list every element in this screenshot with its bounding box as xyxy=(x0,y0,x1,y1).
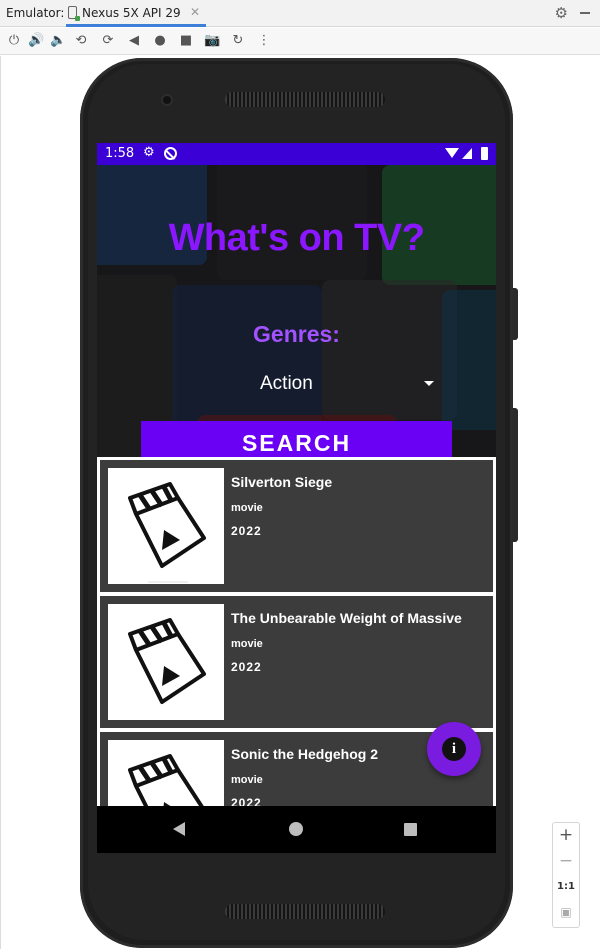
search-button[interactable]: SEARCH xyxy=(141,421,452,457)
status-bar: 1:58 ⚙ xyxy=(97,143,496,165)
snapshot-icon[interactable]: ↻ xyxy=(230,33,246,49)
chevron-down-icon xyxy=(424,381,434,386)
device-tab[interactable]: Nexus 5X API 29 ✕ xyxy=(66,0,206,27)
volume-down-icon[interactable]: 🔈 xyxy=(50,33,66,49)
nav-home-icon[interactable] xyxy=(289,822,303,836)
result-card[interactable]: Silverton Siege movie 2022 xyxy=(100,460,493,592)
status-time: 1:58 xyxy=(105,146,135,161)
battery-icon xyxy=(481,147,488,160)
emulator-tabbar: Emulator: Nexus 5X API 29 ✕ ⚙ xyxy=(0,0,600,27)
back-icon[interactable]: ◀ xyxy=(126,33,142,49)
volume-up-icon[interactable]: 🔊 xyxy=(28,33,44,49)
rotate-left-icon[interactable]: ⟲ xyxy=(73,33,89,49)
signal-icon xyxy=(462,148,472,159)
front-camera xyxy=(161,94,173,106)
zoom-out-button[interactable]: − xyxy=(553,851,579,871)
genre-dropdown[interactable]: Action xyxy=(247,367,442,401)
info-fab-button[interactable]: i xyxy=(427,722,481,776)
nav-back-icon[interactable] xyxy=(173,822,185,836)
result-card[interactable]: The Unbearable Weight of Massive movie 2… xyxy=(100,596,493,728)
overview-icon[interactable]: ■ xyxy=(178,33,194,49)
minimize-icon[interactable] xyxy=(580,12,590,14)
settings-notification-icon: ⚙ xyxy=(143,145,155,160)
gear-icon[interactable]: ⚙ xyxy=(555,4,568,22)
hero-section: What's on TV? Genres: Action SEARCH xyxy=(97,165,496,457)
zoom-actual-size-button[interactable]: 1:1 xyxy=(553,881,579,892)
nav-recents-icon[interactable] xyxy=(404,823,417,836)
genre-selected-value: Action xyxy=(260,373,313,394)
hero-overlay xyxy=(97,165,496,457)
phone-screen: 1:58 ⚙ What's on TV? Genres: Action SEAR… xyxy=(97,143,496,853)
screenshot-icon[interactable]: 📷 xyxy=(204,33,220,49)
power-icon[interactable]: ⏻ xyxy=(6,33,22,49)
zoom-fit-icon[interactable]: ▣ xyxy=(553,905,579,919)
zoom-in-button[interactable]: + xyxy=(553,825,579,845)
volume-side-button[interactable] xyxy=(513,408,518,542)
result-title: Sonic the Hedgehog 2 xyxy=(231,746,379,762)
clapperboard-icon xyxy=(108,740,224,806)
power-side-button[interactable] xyxy=(513,288,518,340)
wifi-icon xyxy=(445,148,459,158)
more-icon[interactable]: ⋮ xyxy=(256,33,272,49)
top-speaker xyxy=(225,92,385,107)
android-nav-bar xyxy=(97,806,496,853)
device-icon xyxy=(68,6,80,21)
result-type: movie xyxy=(231,638,263,650)
result-year: 2022 xyxy=(231,524,262,538)
result-title: Silverton Siege xyxy=(231,474,333,490)
clapperboard-icon xyxy=(108,468,224,584)
emulator-label: Emulator: xyxy=(6,6,65,20)
home-icon[interactable]: ● xyxy=(152,33,168,49)
do-not-disturb-icon xyxy=(164,147,177,160)
rotate-right-icon[interactable]: ⟳ xyxy=(100,33,116,49)
result-type: movie xyxy=(231,502,263,514)
genres-label: Genres: xyxy=(253,321,340,347)
clapperboard-icon xyxy=(108,604,224,720)
close-icon[interactable]: ✕ xyxy=(190,5,200,19)
emulator-toolbar: ⏻ 🔊 🔈 ⟲ ⟳ ◀ ● ■ 📷 ↻ ⋮ xyxy=(0,28,600,55)
info-icon: i xyxy=(442,737,466,761)
device-tab-label: Nexus 5X API 29 xyxy=(82,6,181,20)
bottom-speaker xyxy=(225,904,385,919)
result-type: movie xyxy=(231,774,263,786)
page-title: What's on TV? xyxy=(168,217,425,259)
result-year: 2022 xyxy=(231,796,262,806)
zoom-controls: + − 1:1 ▣ xyxy=(552,822,580,928)
result-title: The Unbearable Weight of Massive xyxy=(231,610,462,626)
result-year: 2022 xyxy=(231,660,262,674)
